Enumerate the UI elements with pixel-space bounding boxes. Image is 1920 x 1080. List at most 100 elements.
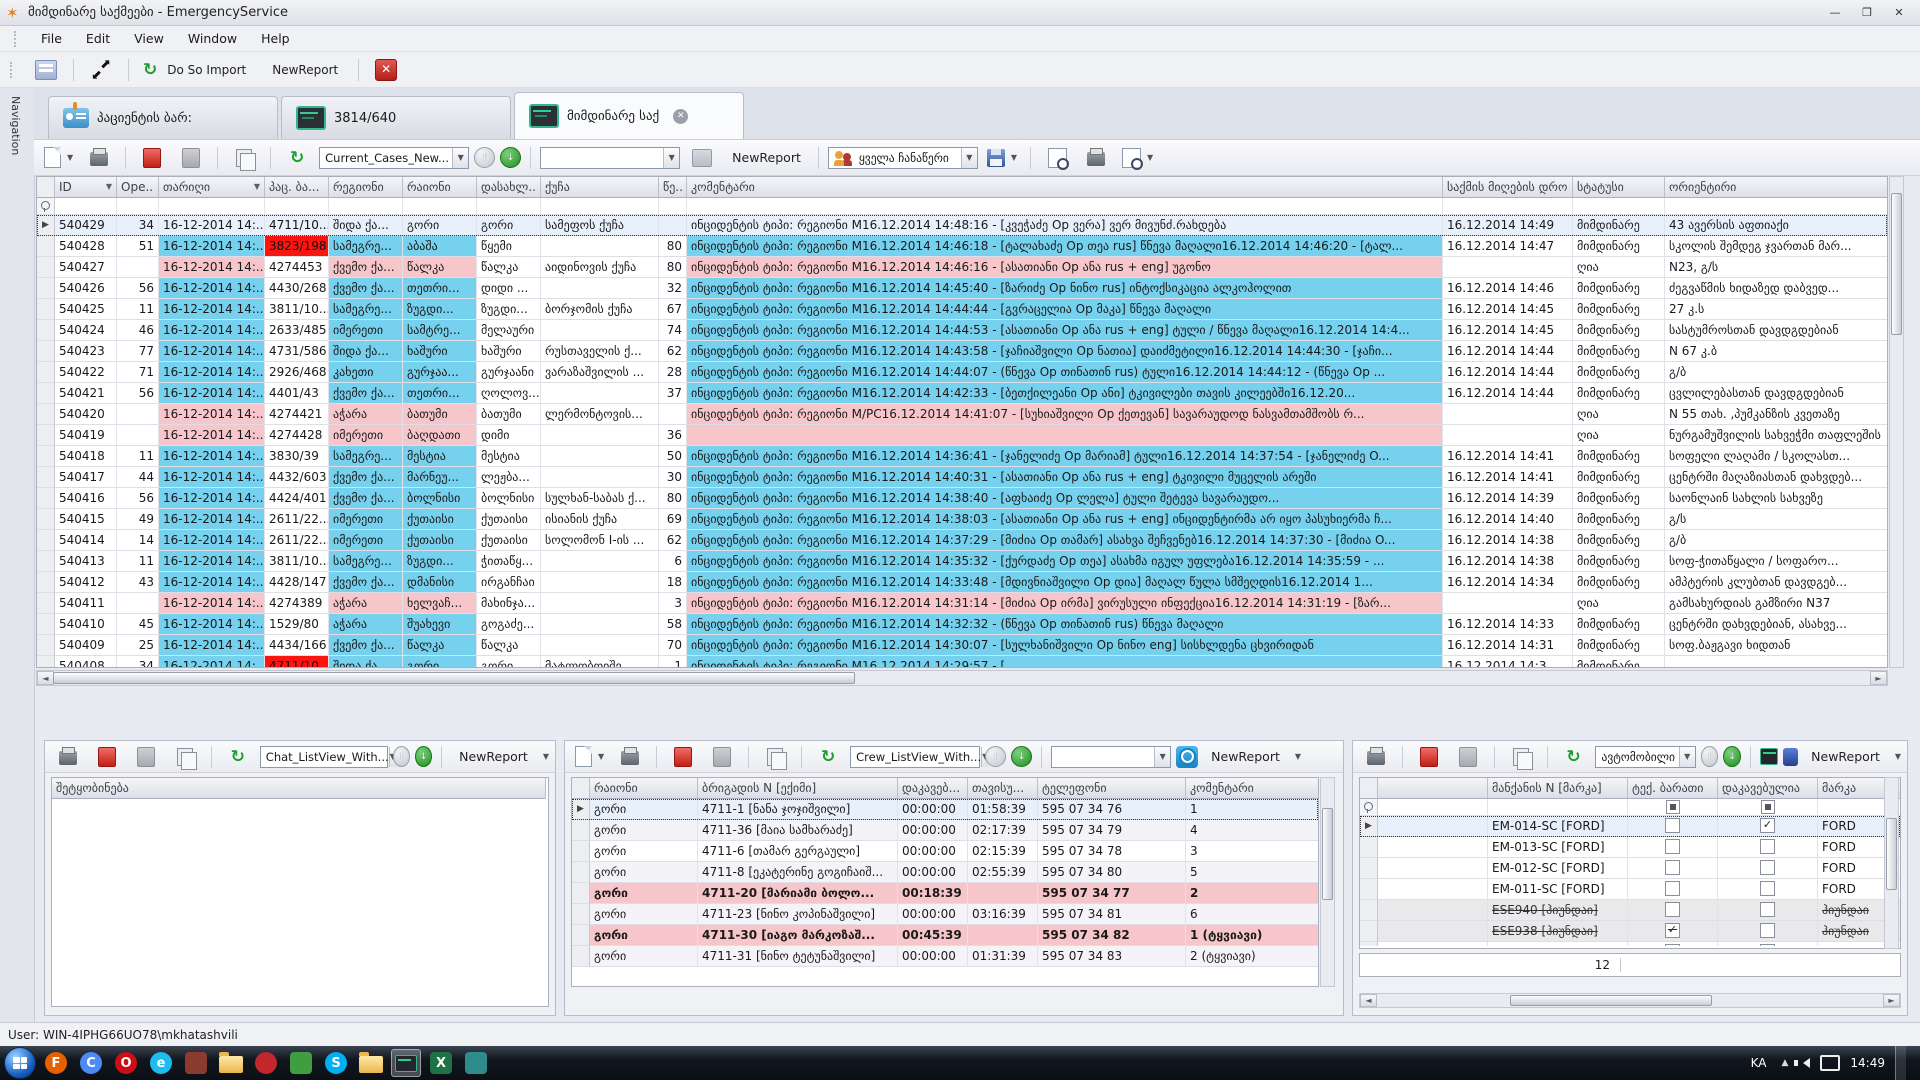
- export-button[interactable]: ▼: [1118, 145, 1157, 171]
- cell[interactable]: ნურგამუშვილის სახვეჭმი თაფლეშის: [1665, 425, 1887, 446]
- cell[interactable]: ინციდენტის ტიპი: რეგიონი M16.12.2014 14:…: [687, 341, 1443, 362]
- chevron-down-icon[interactable]: ▼: [543, 752, 549, 761]
- filter-arrow-icon[interactable]: ▼: [106, 179, 112, 195]
- cell[interactable]: ვარაზაშვილის ...: [541, 362, 659, 383]
- cell[interactable]: 16-12-2014 14:...: [159, 362, 265, 383]
- cell[interactable]: 28: [659, 362, 687, 383]
- cell[interactable]: გორი: [403, 656, 477, 668]
- cell[interactable]: 16.12.2014 14:3...: [1443, 656, 1573, 668]
- delete-button[interactable]: [90, 744, 124, 770]
- automobile-horizontal-scrollbar[interactable]: ◄ ►: [1359, 993, 1901, 1008]
- taskbar-item-skype[interactable]: S: [321, 1049, 351, 1077]
- cell[interactable]: სოფ.ბაჟგავი ხიდთან: [1665, 635, 1887, 656]
- column-header[interactable]: რეგიონი: [329, 177, 403, 198]
- cell[interactable]: [1378, 816, 1488, 837]
- cell[interactable]: ინციდენტის ტიპი: რეგიონი M16.12.2014 14:…: [687, 635, 1443, 656]
- cell[interactable]: 77: [117, 341, 159, 362]
- cell[interactable]: ირგანჩაი: [477, 572, 541, 593]
- cell[interactable]: 00:00:00: [898, 841, 968, 862]
- copy-button[interactable]: [227, 145, 261, 171]
- filter-cell[interactable]: [1628, 799, 1718, 816]
- cell[interactable]: სამეგრე...: [329, 551, 403, 572]
- cell[interactable]: იმერეთი: [329, 509, 403, 530]
- table-row[interactable]: ▶გორი4711-1 [ნანა ჯოჯიშვილი]00:00:0001:5…: [572, 799, 1318, 820]
- checkbox-unchecked[interactable]: [1760, 881, 1775, 896]
- cell[interactable]: შუახევი: [403, 614, 477, 635]
- cell[interactable]: 540416: [55, 488, 117, 509]
- cell[interactable]: მიმდინარე: [1573, 341, 1665, 362]
- cell[interactable]: ქუთაისი: [403, 530, 477, 551]
- menu-edit[interactable]: Edit: [76, 28, 120, 49]
- display-icon[interactable]: [1820, 1055, 1840, 1071]
- cell[interactable]: ინციდენტის ტიპი: რეგიონი M16.12.2014 14:…: [687, 362, 1443, 383]
- filter-cell[interactable]: [1378, 799, 1488, 816]
- cell[interactable]: მესტია: [477, 446, 541, 467]
- filter-cell[interactable]: [117, 198, 159, 215]
- view-select[interactable]: Crew_ListView_With... ▼: [850, 746, 980, 768]
- filter-cell[interactable]: [659, 198, 687, 215]
- cell[interactable]: 16-12-2014 14:...: [159, 257, 265, 278]
- table-row[interactable]: 54042716-12-2014 14:...4274453ქვემო ქა..…: [37, 257, 1887, 278]
- table-row[interactable]: 5404227116-12-2014 14:...2926/468კახეთიგ…: [37, 362, 1887, 383]
- cell[interactable]: ინციდენტის ტიპი: რეგიონი M16.12.2014 14:…: [687, 551, 1443, 572]
- cell[interactable]: EM-011-SC [FORD]: [1488, 879, 1628, 900]
- cell[interactable]: 4274428: [265, 425, 329, 446]
- cell[interactable]: ცენტრში დახვდებიან, ასახვე...: [1665, 614, 1887, 635]
- menu-view[interactable]: View: [124, 28, 174, 49]
- cell[interactable]: [541, 467, 659, 488]
- cell[interactable]: 16.12.2014 14:45: [1443, 299, 1573, 320]
- checkbox-unchecked[interactable]: [1665, 902, 1680, 917]
- cell[interactable]: 49: [117, 509, 159, 530]
- cell[interactable]: 540419: [55, 425, 117, 446]
- cell[interactable]: 540411: [55, 593, 117, 614]
- filter-cell[interactable]: [55, 198, 117, 215]
- cell[interactable]: ბორჯომის ქუჩა: [541, 299, 659, 320]
- table-row[interactable]: ZH7748 [ჰიუნ...]✓ჰიუ...: [1360, 942, 1900, 946]
- cell[interactable]: ცენტრში მაღაზიასთან დახვდებ...: [1665, 467, 1887, 488]
- cell[interactable]: იმერეთი: [329, 320, 403, 341]
- checkbox-unchecked[interactable]: [1760, 902, 1775, 917]
- cell[interactable]: 16-12-2014 14:...: [159, 425, 265, 446]
- cell[interactable]: სოფელი ლაღამი / სკოლასთ...: [1665, 446, 1887, 467]
- table-row[interactable]: 5404237716-12-2014 14:...4731/586შიდა ქა…: [37, 341, 1887, 362]
- cell[interactable]: ზუგდი...: [477, 299, 541, 320]
- cell[interactable]: 16-12-2014 14:...: [159, 236, 265, 257]
- cell[interactable]: 540427: [55, 257, 117, 278]
- cell[interactable]: [117, 593, 159, 614]
- cell[interactable]: 51: [117, 236, 159, 257]
- menu-window[interactable]: Window: [178, 28, 247, 49]
- cell[interactable]: 4731/586: [265, 341, 329, 362]
- automobile-grid-vertical-scrollbar[interactable]: [1884, 777, 1899, 949]
- cell[interactable]: ბათუმი: [477, 404, 541, 425]
- view-select[interactable]: Current_Cases_New... ▼: [319, 147, 469, 169]
- cell[interactable]: 58: [659, 614, 687, 635]
- clock[interactable]: 14:49: [1850, 1056, 1885, 1070]
- cell[interactable]: 4711-1 [ნანა ჯოჯიშვილი]: [698, 799, 898, 820]
- table-row[interactable]: EM-011-SC [FORD]FORD: [1360, 879, 1900, 900]
- table-row[interactable]: გორი4711-20 [მარიამი ბოლო...00:18:39595 …: [572, 883, 1318, 904]
- cell[interactable]: ზუგდი...: [403, 551, 477, 572]
- cell[interactable]: [117, 404, 159, 425]
- table-row[interactable]: 5404174416-12-2014 14:...4432/603ქვემო ქ…: [37, 467, 1887, 488]
- scrollbar-thumb[interactable]: [1510, 995, 1712, 1006]
- cell[interactable]: თეთრი...: [403, 278, 477, 299]
- disabled-action-button[interactable]: [174, 145, 208, 171]
- cell[interactable]: [1378, 900, 1488, 921]
- cell[interactable]: [1628, 900, 1718, 921]
- refresh-button[interactable]: ↻: [811, 744, 845, 770]
- scroll-right-button[interactable]: ►: [1883, 994, 1900, 1007]
- move-up-button[interactable]: ↑: [393, 746, 410, 767]
- cell[interactable]: 16-12-2014 14:...: [159, 215, 265, 236]
- cell[interactable]: 56: [117, 488, 159, 509]
- cell[interactable]: მიმდინარე: [1573, 488, 1665, 509]
- cell[interactable]: 16-12-2014 14:...: [159, 572, 265, 593]
- menu-help[interactable]: Help: [251, 28, 300, 49]
- cell[interactable]: [541, 425, 659, 446]
- cell[interactable]: გორი: [590, 862, 698, 883]
- cell[interactable]: მიმდინარე: [1573, 236, 1665, 257]
- cell[interactable]: 595 07 34 79: [1038, 820, 1186, 841]
- cell[interactable]: ინციდენტის ტიპი: რეგიონი M16.12.2014 14:…: [687, 320, 1443, 341]
- chevron-down-icon[interactable]: ▼: [1295, 752, 1301, 761]
- new-report-button[interactable]: NewReport: [1203, 749, 1288, 764]
- cell[interactable]: წალკა: [477, 635, 541, 656]
